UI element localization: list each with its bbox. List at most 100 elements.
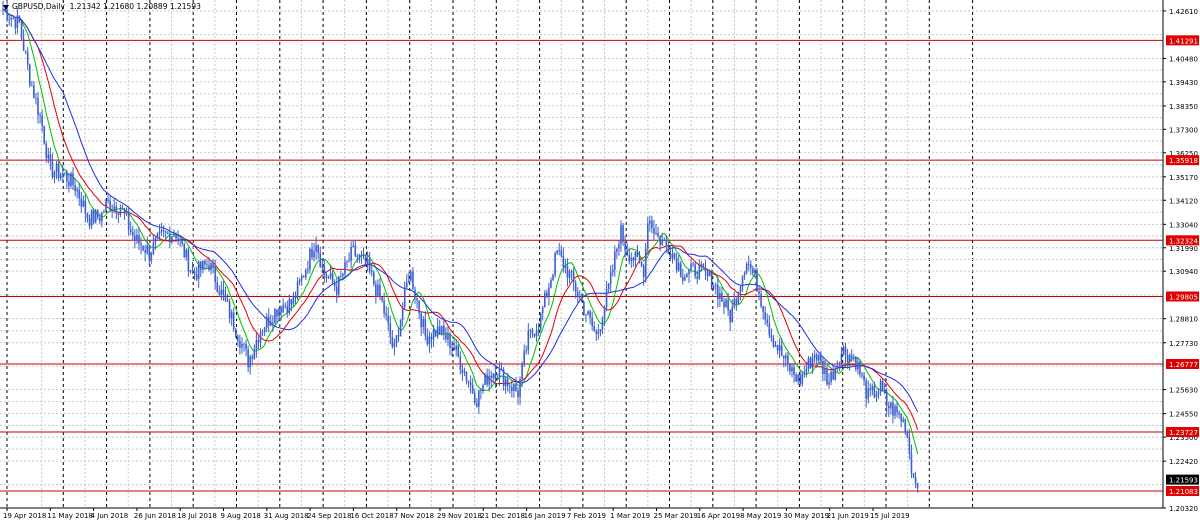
price-bar-body <box>270 322 272 326</box>
price-bar-body <box>453 347 455 350</box>
price-bar-body <box>739 286 742 293</box>
price-bar-body <box>101 212 103 222</box>
price-bar-body <box>55 163 58 173</box>
price-bar-body <box>206 264 208 266</box>
price-chart[interactable]: 1.426101.404801.394301.383501.373001.362… <box>0 0 1200 523</box>
price-bar-body <box>813 354 816 358</box>
price-bar-body <box>72 173 74 186</box>
price-bar-body <box>659 236 661 245</box>
level-label: 1.41291 <box>1169 37 1198 45</box>
price-bar-body <box>438 326 441 335</box>
price-bar-body <box>43 125 45 144</box>
price-bar-body <box>799 374 802 385</box>
price-bar-body <box>181 239 184 244</box>
price-bar-body <box>344 262 346 275</box>
price-bar-body <box>134 235 136 241</box>
price-bar-body <box>368 259 371 271</box>
price-bar-body <box>208 265 210 270</box>
time-tick-label: 16 Jan 2019 <box>524 512 566 520</box>
price-bar-body <box>589 311 591 318</box>
price-bar-body <box>743 272 746 276</box>
price-bar-body <box>88 218 91 226</box>
price-axis: 1.426101.404801.394301.383501.373001.362… <box>1163 8 1199 513</box>
price-bar-body <box>358 254 361 257</box>
chart-window[interactable]: 1.42610 1.40480 1.39430 1.38350 1.37300 1.362… <box>0 0 1200 523</box>
dropdown-triangle-icon[interactable] <box>3 4 9 10</box>
price-bar-body <box>187 249 190 272</box>
price-bar-body <box>601 319 604 330</box>
price-bar-body <box>896 406 898 413</box>
price-bar-body <box>820 354 822 361</box>
symbol-label: GBPUSD,Daily <box>12 2 65 11</box>
price-bar-body <box>169 233 171 243</box>
horizontal-levels <box>0 39 1163 492</box>
time-tick-label: 21 Dec 2018 <box>480 512 525 520</box>
price-bar-body <box>424 319 427 336</box>
price-bar-body <box>331 273 334 283</box>
price-bar-body <box>811 357 814 368</box>
price-bar-body <box>340 275 342 277</box>
price-bar-body <box>59 174 62 178</box>
price-bar-body <box>778 345 781 351</box>
price-bar-body <box>869 388 872 390</box>
price-bar-body <box>22 38 25 51</box>
price-bar-body <box>467 380 470 383</box>
price-bar-body <box>103 211 105 213</box>
price-bar-body <box>684 277 686 281</box>
price-bar-body <box>261 331 264 333</box>
price-bar-body <box>762 306 764 313</box>
price-bar-body <box>379 284 381 298</box>
price-bar-body <box>96 210 99 218</box>
price-bar-body <box>830 371 832 382</box>
price-bar-body <box>383 300 385 314</box>
price-bar-body <box>245 344 247 350</box>
price-bar-body <box>373 272 375 285</box>
price-bar-body <box>756 270 758 292</box>
price-bar-body <box>519 378 521 398</box>
price-bar-body <box>768 323 771 335</box>
time-tick-label: 16 Oct 2018 <box>350 512 393 520</box>
price-bar-body <box>513 384 515 391</box>
price-bar-body <box>156 233 159 239</box>
price-bar-body <box>45 143 48 159</box>
price-bar-body <box>828 381 830 385</box>
price-bar-body <box>228 301 231 319</box>
price-bar-body <box>486 374 488 385</box>
price-bar-body <box>517 390 519 398</box>
time-tick-label: 7 Nov 2018 <box>394 512 434 520</box>
price-bar-body <box>375 284 377 296</box>
price-bar-body <box>395 335 398 344</box>
price-bar-body <box>591 317 593 327</box>
price-bar-body <box>803 373 806 375</box>
price-bar-body <box>66 172 68 182</box>
price-bar-body <box>570 271 573 273</box>
price-bar-body <box>496 377 499 380</box>
price-bar-body <box>791 367 793 372</box>
price-bar-body <box>888 405 890 409</box>
price-bar-body <box>873 386 876 398</box>
price-bar-body <box>463 371 466 373</box>
price-bar-body <box>173 234 175 237</box>
price-bar-body <box>572 271 575 283</box>
time-tick-label: 29 Nov 2018 <box>437 512 482 520</box>
price-bar-body <box>37 98 39 116</box>
price-bar-body <box>688 269 690 275</box>
price-bar-body <box>175 234 177 239</box>
price-bar-body <box>894 406 896 416</box>
price-bar-body <box>10 17 13 20</box>
price-bar-body <box>560 250 563 256</box>
price-bar-body <box>661 239 663 245</box>
price-bar-body <box>346 261 348 263</box>
price-bar-body <box>177 238 179 241</box>
price-bar-body <box>117 213 120 215</box>
price-bar-body <box>484 374 486 386</box>
price-bar-body <box>576 292 579 297</box>
price-bar-body <box>832 371 834 380</box>
price-bar-body <box>904 419 907 433</box>
price-bar-body <box>136 234 138 241</box>
price-bar-body <box>443 325 445 334</box>
price-bar-body <box>721 292 723 302</box>
price-bar-body <box>618 244 620 249</box>
price-bar-body <box>381 297 383 301</box>
price-bars <box>2 0 919 493</box>
